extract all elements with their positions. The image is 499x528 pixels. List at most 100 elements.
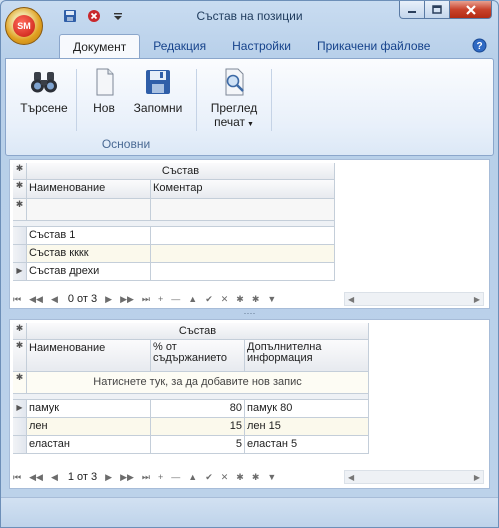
cancel-edit-icon[interactable]: ✕ (221, 294, 229, 305)
filter-comment-cell[interactable] (151, 199, 335, 221)
band-row: ✱ Състав (13, 163, 335, 180)
row-indicator[interactable] (13, 436, 27, 454)
current-row-arrow-icon[interactable]: ▶ (13, 400, 27, 418)
splitter-handle[interactable]: ···· (9, 309, 490, 319)
column-header-row: ✱ Наименование % от съдържанието Допълни… (13, 340, 369, 372)
current-row-arrow-icon[interactable]: ▶ (13, 263, 27, 281)
edit-icon[interactable]: ▲ (188, 294, 197, 304)
maximize-button[interactable] (425, 1, 450, 19)
table-row[interactable]: Състав кккк (13, 245, 335, 263)
edit-icon[interactable]: ▲ (188, 472, 197, 482)
cell-name[interactable]: еластан (27, 436, 151, 454)
ribbon-group-label: Основни (101, 137, 151, 151)
save-ribbon-button[interactable]: Запомни (130, 67, 186, 115)
row-indicator[interactable] (13, 227, 27, 245)
next-page-icon[interactable]: ▶▶ (120, 472, 134, 483)
scroll-right-icon[interactable]: ▶ (474, 293, 480, 306)
column-header-info[interactable]: Допълнителна информация (245, 340, 369, 372)
app-menu-button[interactable]: SM (5, 7, 43, 45)
tab-document[interactable]: Документ (59, 34, 141, 59)
cell-name[interactable]: Състав 1 (27, 227, 151, 245)
cell-name[interactable]: Състав кккк (27, 245, 151, 263)
cancel-edit-icon[interactable]: ✕ (221, 472, 229, 483)
prev-record-icon[interactable]: ◀ (51, 294, 58, 305)
first-record-icon[interactable]: ⏮ (13, 472, 21, 483)
ribbon-separator (196, 69, 197, 131)
filter-name-cell[interactable] (27, 199, 151, 221)
cell-percent[interactable]: 5 (151, 436, 245, 454)
scroll-right-icon[interactable]: ▶ (474, 471, 480, 484)
app-window: SM Състав на позиции Документ Редакция Н… (0, 0, 499, 528)
search-button[interactable]: Търсене (20, 67, 68, 115)
cell-info[interactable]: лен 15 (245, 418, 369, 436)
scroll-left-icon[interactable]: ◀ (348, 471, 354, 484)
delete-icon[interactable]: — (171, 294, 180, 304)
append-icon[interactable]: + (158, 472, 163, 482)
svg-text:?: ? (476, 41, 482, 52)
bookmark-icon[interactable]: ✱ (252, 472, 260, 483)
cell-comment[interactable] (151, 245, 335, 263)
close-button[interactable] (450, 1, 492, 19)
last-record-icon[interactable]: ⏭ (142, 294, 150, 305)
column-header-comment[interactable]: Коментар (151, 180, 335, 199)
cell-name[interactable]: Състав дрехи (27, 263, 151, 281)
table-row[interactable]: лен 15 лен 15 (13, 418, 369, 436)
cell-comment[interactable] (151, 227, 335, 245)
band-header[interactable]: Състав (27, 163, 335, 180)
next-page-icon[interactable]: ▶▶ (120, 294, 134, 305)
tab-settings[interactable]: Настройки (219, 34, 304, 59)
new-button[interactable]: Нов (86, 67, 122, 115)
composition-details-grid: ✱ Състав ✱ Наименование % от съдържаниет… (13, 323, 369, 454)
next-record-icon[interactable]: ▶ (105, 472, 112, 483)
row-indicator[interactable] (13, 418, 27, 436)
app-logo: SM (13, 15, 35, 37)
tab-edit[interactable]: Редакция (140, 34, 219, 59)
filter-icon[interactable]: ▼ (267, 472, 276, 482)
delete-icon[interactable]: — (171, 472, 180, 482)
ribbon-separator (76, 69, 77, 131)
first-record-icon[interactable]: ⏮ (13, 294, 21, 305)
refresh-icon[interactable]: ✱ (236, 294, 244, 305)
cell-info[interactable]: памук 80 (245, 400, 369, 418)
new-document-icon (96, 68, 114, 96)
band-header[interactable]: Състав (27, 323, 369, 340)
refresh-icon[interactable]: ✱ (236, 472, 244, 483)
print-preview-button[interactable]: Преглед печат ▼ (204, 67, 264, 129)
next-record-icon[interactable]: ▶ (105, 294, 112, 305)
prev-record-icon[interactable]: ◀ (51, 472, 58, 483)
cell-comment[interactable] (151, 263, 335, 281)
horizontal-scrollbar[interactable]: ◀ ▶ (344, 470, 484, 484)
filter-icon[interactable]: ▼ (267, 294, 276, 304)
table-row[interactable]: еластан 5 еластан 5 (13, 436, 369, 454)
minimize-button[interactable] (399, 1, 425, 19)
last-record-icon[interactable]: ⏭ (142, 472, 150, 483)
scroll-left-icon[interactable]: ◀ (348, 293, 354, 306)
new-record-row[interactable]: ✱ Натиснете тук, за да добавите нов запи… (13, 372, 369, 394)
add-record-prompt[interactable]: Натиснете тук, за да добавите нов запис (27, 372, 369, 394)
cell-info[interactable]: еластан 5 (245, 436, 369, 454)
cell-name[interactable]: лен (27, 418, 151, 436)
horizontal-scrollbar[interactable]: ◀ ▶ (344, 292, 484, 306)
table-row[interactable]: ▶ Състав дрехи (13, 263, 335, 281)
cell-name[interactable]: памук (27, 400, 151, 418)
append-icon[interactable]: + (158, 294, 163, 304)
filter-indicator: ✱ (13, 199, 27, 221)
cell-percent[interactable]: 80 (151, 400, 245, 418)
end-edit-icon[interactable]: ✔ (205, 472, 213, 483)
prev-page-icon[interactable]: ◀◀ (29, 294, 43, 305)
bookmark-icon[interactable]: ✱ (252, 294, 260, 305)
prev-page-icon[interactable]: ◀◀ (29, 472, 43, 483)
cell-percent[interactable]: 15 (151, 418, 245, 436)
end-edit-icon[interactable]: ✔ (205, 294, 213, 305)
column-header-name[interactable]: Наименование (27, 180, 151, 199)
row-indicator[interactable] (13, 245, 27, 263)
table-row[interactable]: ▶ памук 80 памук 80 (13, 400, 369, 418)
tab-attachments[interactable]: Прикачени файлове (304, 34, 444, 59)
column-header-name[interactable]: Наименование (27, 340, 151, 372)
table-row[interactable]: Състав 1 (13, 227, 335, 245)
composition-details-panel: ✱ Състав ✱ Наименование % от съдържаниет… (9, 319, 490, 489)
column-header-percent[interactable]: % от съдържанието (151, 340, 245, 372)
search-button-label: Търсене (20, 101, 68, 115)
help-icon[interactable]: ? (472, 38, 487, 53)
new-button-label: Нов (93, 101, 115, 115)
